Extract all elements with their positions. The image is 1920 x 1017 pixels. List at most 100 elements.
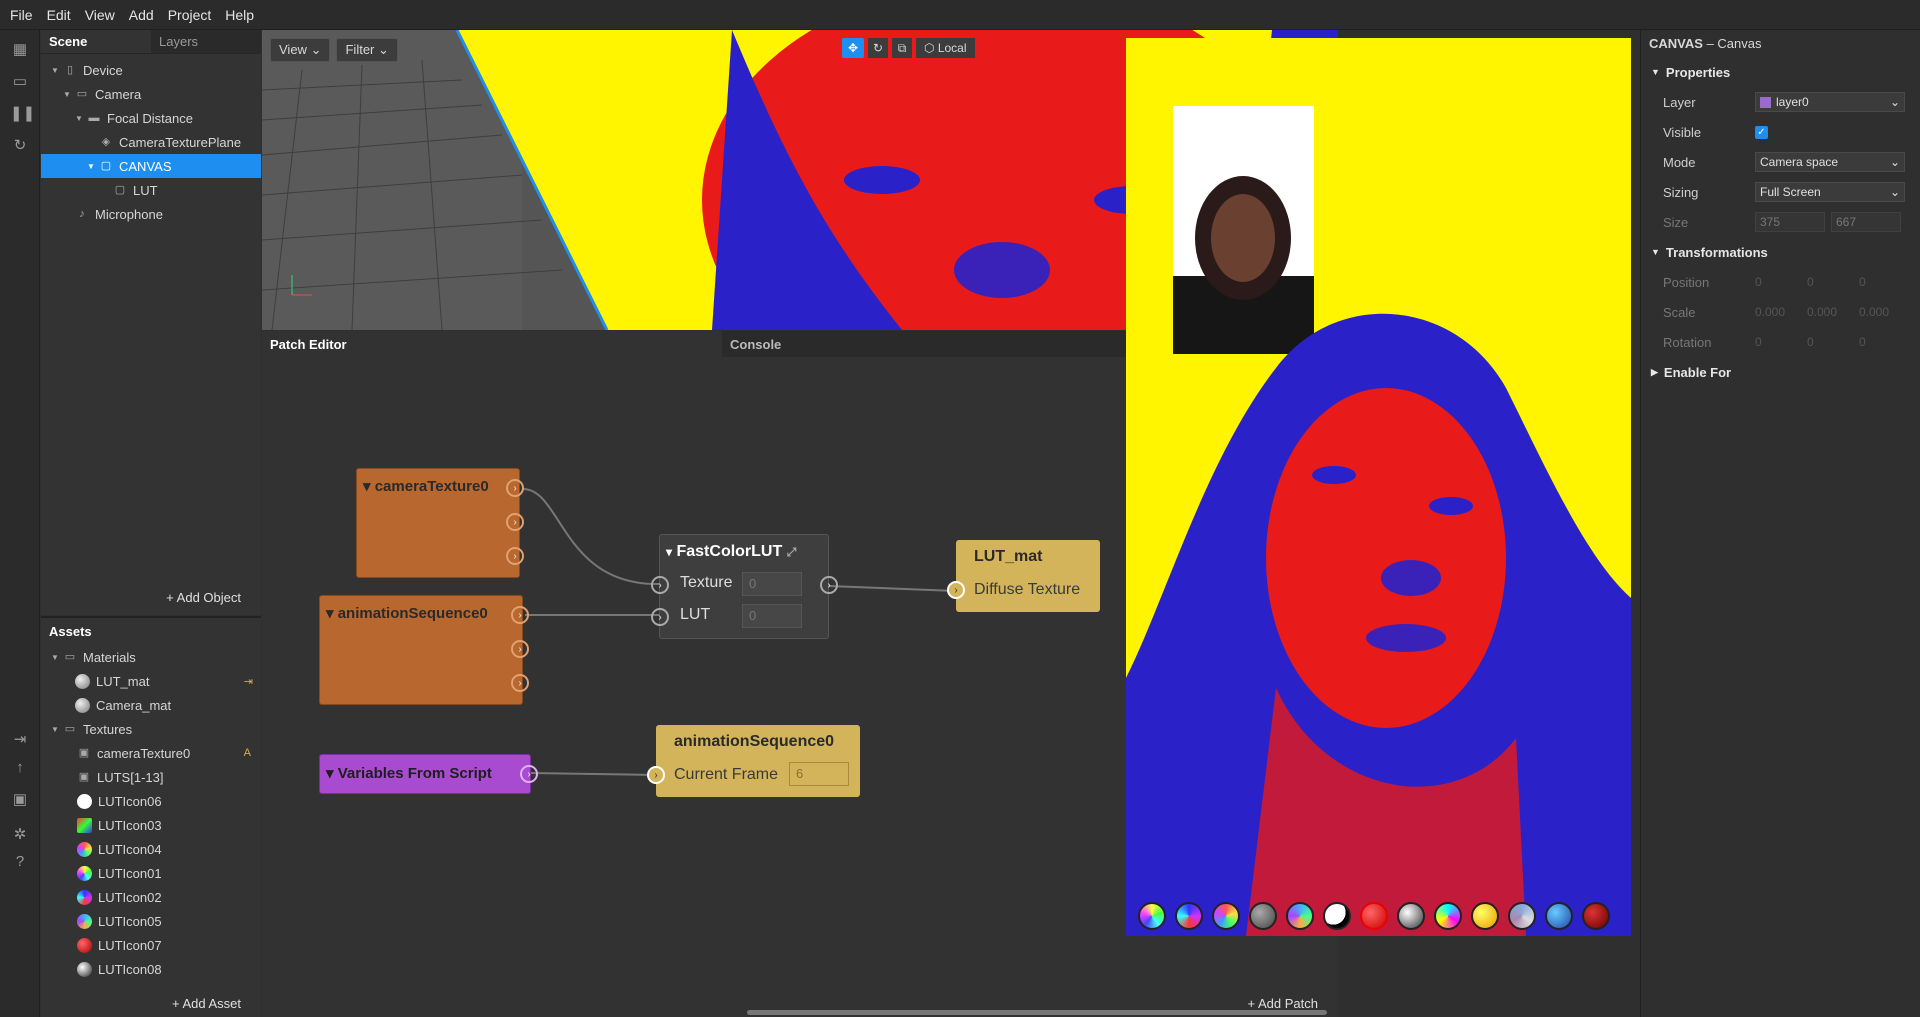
lut-picker-8-icon[interactable]	[1397, 902, 1425, 930]
menu-help[interactable]: Help	[225, 7, 254, 23]
menu-view[interactable]: View	[85, 7, 115, 23]
asset-luticon05[interactable]: LUTIcon05	[41, 909, 261, 933]
lut-picker-12-icon[interactable]	[1545, 902, 1573, 930]
node-camera-texture[interactable]: ▾ cameraTexture0 › › ›	[356, 468, 524, 578]
lut-picker-4-icon[interactable]	[1249, 902, 1277, 930]
node-fastcolorlut[interactable]: ▾ FastColorLUT ⤢ Texture 0 LUT 0 › › ›	[651, 534, 838, 639]
output-port[interactable]: ›	[506, 479, 524, 497]
asset-luticon01[interactable]: LUTIcon01	[41, 861, 261, 885]
scale-z[interactable]: 0.000	[1859, 305, 1899, 319]
rotate-tool-icon[interactable]: ↻	[868, 38, 888, 58]
folder-textures[interactable]: ▼ ▭ Textures	[41, 717, 261, 741]
tree-item-microphone[interactable]: ♪ Microphone	[41, 202, 261, 226]
lut-picker-2-icon[interactable]	[1175, 902, 1203, 930]
rotation-y[interactable]: 0	[1807, 335, 1859, 349]
asset-camera-mat[interactable]: Camera_mat	[41, 693, 261, 717]
lut-input[interactable]: 0	[742, 604, 802, 628]
add-patch-button[interactable]: + Add Patch	[1248, 996, 1319, 1011]
node-variables-from-script[interactable]: ▾ Variables From Script ›	[319, 754, 538, 794]
position-x[interactable]: 0	[1755, 275, 1807, 289]
filter-dropdown[interactable]: Filter ⌄	[336, 38, 398, 62]
layer-dropdown[interactable]: layer0 ⌄	[1755, 92, 1905, 112]
visible-checkbox[interactable]: ✓	[1755, 125, 1768, 139]
node-lut-mat[interactable]: LUT_mat Diffuse Texture ›	[947, 540, 1100, 612]
lut-picker-6-icon[interactable]	[1323, 902, 1351, 930]
size-width-input[interactable]: 375	[1755, 212, 1825, 232]
output-port[interactable]: ›	[520, 765, 538, 783]
rotation-x[interactable]: 0	[1755, 335, 1807, 349]
lut-picker-10-icon[interactable]	[1471, 902, 1499, 930]
output-port[interactable]: ›	[820, 576, 838, 594]
position-z[interactable]: 0	[1859, 275, 1899, 289]
menu-add[interactable]: Add	[129, 7, 154, 23]
section-properties[interactable]: ▼ Properties	[1641, 57, 1920, 87]
texture-input[interactable]: 0	[742, 572, 802, 596]
menu-edit[interactable]: Edit	[47, 7, 71, 23]
folder-icon[interactable]: ▣	[10, 790, 30, 810]
upload-icon[interactable]: ↑	[10, 758, 30, 778]
pause-icon[interactable]: ❚❚	[10, 104, 35, 124]
simulator-preview[interactable]	[1126, 38, 1631, 936]
asset-luts[interactable]: ▣ LUTS[1-13]	[41, 765, 261, 789]
lut-picker-13-icon[interactable]	[1582, 902, 1610, 930]
refresh-icon[interactable]: ↻	[10, 136, 30, 156]
view-dropdown[interactable]: View ⌄	[270, 38, 331, 62]
local-toggle[interactable]: ⬡ Local	[916, 38, 975, 58]
tree-item-focal-distance[interactable]: ▼ ▬ Focal Distance	[41, 106, 261, 130]
asset-camera-texture[interactable]: ▣ cameraTexture0 A	[41, 741, 261, 765]
asset-luticon04[interactable]: LUTIcon04	[41, 837, 261, 861]
section-transformations[interactable]: ▼ Transformations	[1641, 237, 1920, 267]
tree-item-camera-texture-plane[interactable]: ◈ CameraTexturePlane	[41, 130, 261, 154]
bug-icon[interactable]: ✲	[10, 825, 30, 845]
layout-icon[interactable]: ▦	[10, 40, 30, 60]
tree-item-canvas[interactable]: ▼ ▢ CANVAS	[41, 154, 261, 178]
position-y[interactable]: 0	[1807, 275, 1859, 289]
menu-project[interactable]: Project	[168, 7, 212, 23]
lut-picker-11-icon[interactable]	[1508, 902, 1536, 930]
section-enable-for[interactable]: ▶ Enable For	[1641, 357, 1920, 387]
asset-lut-mat[interactable]: LUT_mat ⇥	[41, 669, 261, 693]
add-object-button[interactable]: + Add Object	[166, 590, 241, 605]
folder-materials[interactable]: ▼ ▭ Materials	[41, 645, 261, 669]
output-port[interactable]: ›	[511, 674, 529, 692]
lut-picker-3-icon[interactable]	[1212, 902, 1240, 930]
tree-item-device[interactable]: ▼ ▯ Device	[41, 58, 261, 82]
output-port[interactable]: ›	[506, 547, 524, 565]
scale-tool-icon[interactable]: ⧉	[892, 38, 912, 58]
asset-luticon03[interactable]: LUTIcon03	[41, 813, 261, 837]
asset-luticon06[interactable]: LUTIcon06	[41, 789, 261, 813]
size-height-input[interactable]: 667	[1831, 212, 1901, 232]
tab-scene[interactable]: Scene	[41, 30, 151, 53]
output-port[interactable]: ›	[511, 606, 529, 624]
tree-item-camera[interactable]: ▼ ▭ Camera	[41, 82, 261, 106]
output-port[interactable]: ›	[506, 513, 524, 531]
device-icon[interactable]: ⇥	[10, 730, 30, 750]
horizontal-scrollbar[interactable]	[747, 1010, 1327, 1015]
asset-luticon07[interactable]: LUTIcon07	[41, 933, 261, 957]
sizing-dropdown[interactable]: Full Screen ⌄	[1755, 182, 1905, 202]
lut-picker-1-icon[interactable]	[1138, 902, 1166, 930]
menu-file[interactable]: File	[10, 7, 33, 23]
asset-luticon02[interactable]: LUTIcon02	[41, 885, 261, 909]
tab-layers[interactable]: Layers	[151, 30, 261, 53]
asset-luticon08[interactable]: LUTIcon08	[41, 957, 261, 981]
output-port[interactable]: ›	[511, 640, 529, 658]
current-frame-input[interactable]: 6	[789, 762, 849, 786]
node-animation-sequence[interactable]: ▾ animationSequence0 › › ›	[319, 595, 529, 705]
scale-y[interactable]: 0.000	[1807, 305, 1859, 319]
input-port[interactable]: ›	[647, 766, 665, 784]
input-port[interactable]: ›	[947, 581, 965, 599]
lut-picker-5-icon[interactable]	[1286, 902, 1314, 930]
add-asset-button[interactable]: + Add Asset	[172, 996, 241, 1011]
lut-picker-9-icon[interactable]	[1434, 902, 1462, 930]
input-port[interactable]: ›	[651, 608, 669, 626]
mode-dropdown[interactable]: Camera space ⌄	[1755, 152, 1905, 172]
scale-x[interactable]: 0.000	[1755, 305, 1807, 319]
video-icon[interactable]: ▭	[10, 72, 30, 92]
lut-picker-7-icon[interactable]	[1360, 902, 1388, 930]
input-port[interactable]: ›	[651, 576, 669, 594]
node-animation-sequence-input[interactable]: animationSequence0 Current Frame 6 ›	[647, 725, 860, 797]
help-icon[interactable]: ?	[10, 852, 30, 872]
rotation-z[interactable]: 0	[1859, 335, 1899, 349]
tree-item-lut[interactable]: ▢ LUT	[41, 178, 261, 202]
